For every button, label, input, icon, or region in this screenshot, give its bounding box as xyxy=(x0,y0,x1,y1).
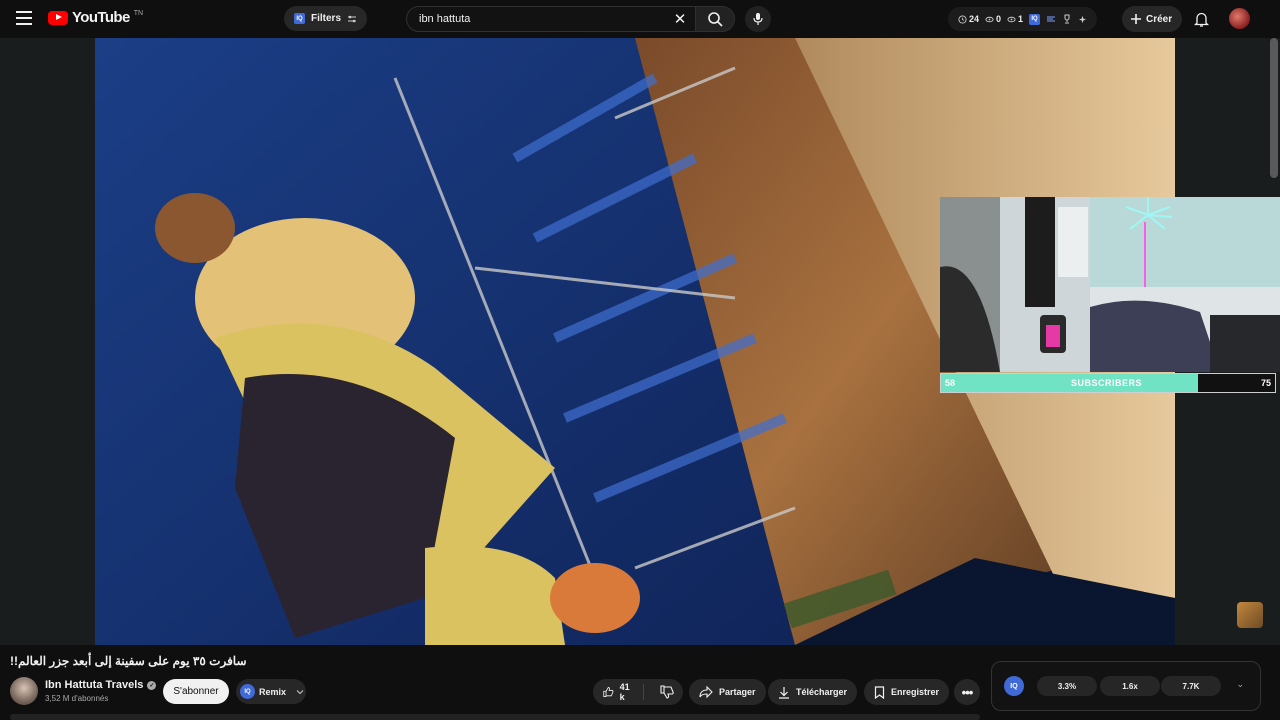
menu-icon[interactable] xyxy=(14,8,34,28)
save-label: Enregistrer xyxy=(891,687,940,697)
save-button[interactable]: Enregistrer xyxy=(864,679,950,705)
video-stats-panel: IQ 3.3% 1.6x 7.7K ⌄ xyxy=(991,661,1261,711)
more-actions-button[interactable]: ••• xyxy=(954,679,980,705)
extension-stats[interactable]: 24 0 1 IQ xyxy=(948,7,1098,31)
voice-search-button[interactable] xyxy=(745,6,771,32)
sliders-icon xyxy=(348,15,357,22)
subscriber-progress-fill xyxy=(941,374,1199,392)
filters-label: Filters xyxy=(311,13,342,24)
description-box-edge[interactable] xyxy=(10,714,980,720)
list-icon[interactable] xyxy=(1046,14,1056,24)
more-horizontal-icon: ••• xyxy=(961,684,974,700)
remix-button[interactable]: IQ Remix xyxy=(236,679,306,704)
channel-watermark[interactable] xyxy=(1237,602,1263,628)
channel-subscriber-count: 3,52 M d'abonnés xyxy=(45,694,109,703)
engagement-stat[interactable]: 3.3% xyxy=(1037,676,1097,696)
notifications-button[interactable] xyxy=(1191,9,1211,29)
share-button[interactable]: Partager xyxy=(689,679,766,705)
sparkle-icon[interactable] xyxy=(1078,15,1087,24)
share-icon xyxy=(699,686,713,698)
trophy-icon[interactable] xyxy=(1062,14,1072,24)
views-count: 0 xyxy=(996,14,1002,24)
top-bar: YouTube TN IQ Filters ibn hattuta ✕ 24 0… xyxy=(0,0,1280,38)
filters-button[interactable]: IQ Filters xyxy=(284,6,368,31)
clock-icon xyxy=(958,14,967,24)
history-count: 24 xyxy=(969,14,980,24)
download-label: Télécharger xyxy=(796,687,848,697)
share-label: Partager xyxy=(719,687,756,697)
subscriber-goal: 75 xyxy=(1260,378,1271,388)
thumbs-up-icon xyxy=(603,687,614,697)
subscriber-current: 58 xyxy=(945,378,956,388)
create-button[interactable]: Créer xyxy=(1122,6,1183,32)
bell-icon xyxy=(1193,12,1209,27)
iq-icon: IQ xyxy=(294,13,305,24)
microphone-icon xyxy=(753,13,763,25)
iq-icon[interactable]: IQ xyxy=(1029,13,1041,25)
bookmark-icon xyxy=(874,685,885,699)
subscriber-goal-bar: 58 SUBSCRIBERS 75 xyxy=(940,373,1276,393)
subscriber-label: SUBSCRIBERS xyxy=(1071,378,1143,388)
logo-country: TN xyxy=(133,10,144,17)
watched-stat: 1 xyxy=(1007,14,1023,24)
video-title: !!سافرت ٣٥ يوم على سفينة إلى أبعد جزر ال… xyxy=(10,654,247,668)
download-button[interactable]: Télécharger xyxy=(768,679,858,705)
chevron-down-icon xyxy=(296,689,304,694)
search-input[interactable]: ibn hattuta xyxy=(406,6,696,32)
search-icon xyxy=(708,12,723,27)
count-stat[interactable]: 7.7K xyxy=(1161,676,1221,696)
thumbs-down-icon xyxy=(660,685,674,699)
clear-search-icon[interactable]: ✕ xyxy=(670,9,690,29)
remix-label: Remix xyxy=(259,686,287,697)
like-button[interactable]: 41 k xyxy=(593,682,645,702)
channel-name[interactable]: Ibn Hattuta Travels xyxy=(45,679,143,691)
iq-icon[interactable]: IQ xyxy=(1004,676,1024,696)
webcam-image xyxy=(940,197,1280,372)
download-icon xyxy=(779,686,789,699)
channel-name-row[interactable]: Ibn Hattuta Travels ✓ xyxy=(45,679,157,691)
views-stat: 0 xyxy=(985,14,1001,24)
search-button[interactable] xyxy=(695,6,735,32)
webcam-overlay xyxy=(940,197,1280,372)
like-dislike-group: 41 k xyxy=(593,679,683,705)
logo-text: YouTube xyxy=(72,9,130,26)
plus-icon xyxy=(1131,14,1141,24)
eye-icon xyxy=(1007,16,1016,22)
youtube-logo[interactable]: YouTube TN xyxy=(48,9,143,26)
subscribe-button[interactable]: S'abonner xyxy=(163,679,229,704)
channel-avatar[interactable] xyxy=(10,677,38,705)
create-label: Créer xyxy=(1146,13,1173,25)
history-stat: 24 xyxy=(958,14,979,24)
dislike-button[interactable] xyxy=(650,685,684,699)
iq-icon: IQ xyxy=(240,684,255,699)
account-avatar[interactable] xyxy=(1229,8,1250,29)
youtube-play-icon xyxy=(48,10,68,25)
verified-icon: ✓ xyxy=(147,680,157,690)
page-scrollbar[interactable] xyxy=(1270,38,1278,178)
watched-count: 1 xyxy=(1018,14,1024,24)
chevron-down-icon[interactable]: ⌄ xyxy=(1236,679,1244,690)
multiplier-stat[interactable]: 1.6x xyxy=(1100,676,1160,696)
eye-icon xyxy=(985,16,994,22)
like-count: 41 k xyxy=(619,682,630,702)
